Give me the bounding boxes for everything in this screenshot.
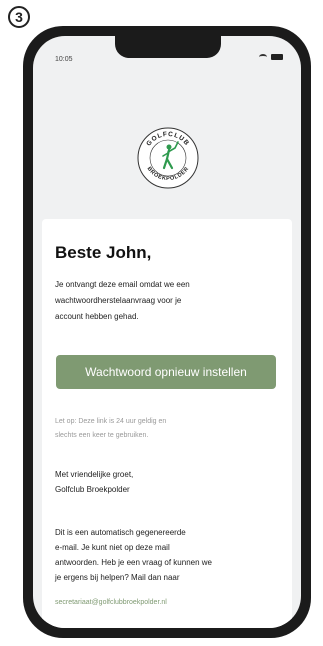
note-line: Let op: Deze link is 24 uur geldig en [55, 418, 167, 425]
email-signoff: Met vriendelijke groet, Golfclub Broekpo… [55, 467, 255, 497]
wifi-icon [259, 54, 267, 60]
signoff-line: Met vriendelijke groet, [55, 470, 134, 479]
status-icons [259, 54, 283, 60]
screenshot-stage: 3 10:05 GOLFCLUB BROEKPOLDER Beste John,… [0, 0, 323, 646]
link-validity-note: Let op: Deze link is 24 uur geldig en sl… [55, 415, 245, 443]
reset-password-button[interactable]: Wachtwoord opnieuw instellen [56, 355, 276, 389]
status-time: 10:05 [55, 56, 73, 63]
note-line: slechts een keer te gebruiken. [55, 432, 149, 439]
phone-notch [115, 36, 221, 58]
contact-email-link[interactable]: secretariaat@golfclubbroekpolder.nl [55, 599, 167, 606]
notice-line: e-mail. Je kunt niet op deze mail [55, 543, 170, 552]
email-card: Beste John, Je ontvangt deze email omdat… [42, 219, 292, 628]
phone-screen: 10:05 GOLFCLUB BROEKPOLDER Beste John, J… [33, 36, 301, 628]
email-intro-line: Je ontvangt deze email omdat we een [55, 280, 190, 289]
notice-line: je ergens bij helpen? Mail dan naar [55, 573, 180, 582]
email-greeting: Beste John, [55, 243, 152, 262]
email-intro-line: account hebben gehad. [55, 312, 139, 321]
battery-icon [271, 54, 283, 60]
golfclub-logo: GOLFCLUB BROEKPOLDER [137, 127, 199, 189]
email-intro: Je ontvangt deze email omdat we een wach… [55, 277, 245, 325]
step-number-badge: 3 [8, 6, 30, 28]
signoff-line: Golfclub Broekpolder [55, 485, 130, 494]
notice-line: antwoorden. Heb je een vraag of kunnen w… [55, 558, 212, 567]
notice-line: Dit is een automatisch gegenereerde [55, 528, 186, 537]
automated-email-notice: Dit is een automatisch gegenereerde e-ma… [55, 525, 275, 585]
email-intro-line: wachtwoordherstelaanvraag voor je [55, 296, 182, 305]
phone-frame: 10:05 GOLFCLUB BROEKPOLDER Beste John, J… [23, 26, 311, 638]
